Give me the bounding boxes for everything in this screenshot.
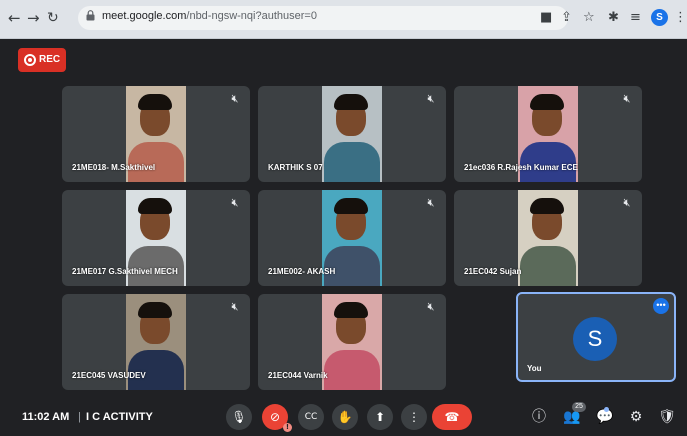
separator: |	[78, 411, 81, 423]
participant-tile[interactable]: 🔇︎ 21ME002- AKASH	[258, 190, 446, 286]
browser-menu-icon[interactable]: ⋮	[674, 10, 687, 26]
participant-body	[520, 142, 576, 182]
mic-muted-icon: 🔇︎	[623, 92, 631, 105]
meeting-time: 11:02 AM	[22, 411, 70, 423]
participant-hair	[138, 94, 172, 110]
mic-muted-icon: 🔇︎	[231, 92, 239, 105]
participant-body	[128, 350, 184, 390]
participant-body	[324, 142, 380, 182]
forward-arrow-icon[interactable]: →	[27, 8, 40, 28]
meeting-details-icon[interactable]: ⓘ	[530, 408, 548, 426]
participant-hair	[334, 94, 368, 110]
leave-call-button[interactable]: ☎	[432, 404, 472, 430]
participant-name: 21EC045 VASUDEV	[72, 371, 146, 380]
hand-icon: ✋	[337, 410, 353, 424]
more-options-icon[interactable]: •••	[653, 298, 669, 314]
captions-button[interactable]: CC	[298, 404, 324, 430]
recording-badge: REC	[18, 48, 66, 72]
participant-name: 21EC042 Sujan	[464, 267, 522, 276]
mic-muted-icon: 🔇︎	[427, 196, 435, 209]
participant-name: 21ME002- AKASH	[268, 267, 336, 276]
record-icon	[24, 54, 36, 66]
activities-icon[interactable]: ⚙	[627, 408, 645, 426]
microphone-icon: 🎙	[231, 410, 247, 424]
participant-body	[520, 246, 576, 286]
camera-button[interactable]: ⊘!	[262, 404, 292, 432]
participant-body	[128, 246, 184, 286]
participant-hair	[138, 302, 172, 318]
camera-off-icon: ⊘	[269, 410, 281, 424]
participant-tile[interactable]: 🔇︎ 21EC042 Sujan	[454, 190, 642, 286]
participant-body	[128, 142, 184, 182]
meeting-name: I C ACTIVITY	[86, 411, 153, 423]
participant-name: 21ec036 R.Rajesh Kumar ECE	[464, 163, 578, 172]
participant-hair	[530, 198, 564, 214]
participant-video	[322, 86, 382, 182]
participant-name: 21ME017 G.Sakthivel MECH	[72, 267, 178, 276]
participant-body	[324, 246, 380, 286]
mic-muted-icon: 🔇︎	[427, 300, 435, 313]
self-view-tile[interactable]: S ••• You	[516, 292, 676, 382]
profile-avatar[interactable]: S	[651, 9, 668, 26]
participant-tile[interactable]: 🔇︎ 21ME017 G.Sakthivel MECH	[62, 190, 250, 286]
participant-tile[interactable]: 🔇︎ 21ME018- M.Sakthivel	[62, 86, 250, 182]
participant-name: 21ME018- M.Sakthivel	[72, 163, 156, 172]
present-button[interactable]: ⬆	[367, 404, 393, 430]
mic-muted-icon: 🔇︎	[427, 92, 435, 105]
share-icon[interactable]: ⇪	[561, 10, 572, 26]
host-controls-icon[interactable]: 🛡	[658, 408, 676, 426]
participant-hair	[334, 198, 368, 214]
participant-video	[518, 190, 578, 286]
url-path: /nbd-ngsw-nqi?authuser=0	[186, 10, 317, 22]
participant-count-badge: 25	[572, 402, 586, 412]
back-arrow-icon[interactable]: ←	[8, 8, 21, 28]
captions-icon: CC	[304, 412, 318, 422]
self-avatar: S	[573, 317, 617, 361]
participant-hair	[138, 198, 172, 214]
microphone-button[interactable]: 🎙	[226, 404, 252, 430]
phone-hangup-icon: ☎	[444, 410, 460, 424]
participant-video	[322, 294, 382, 390]
recording-label: REC	[39, 54, 61, 65]
participant-hair	[334, 302, 368, 318]
participant-tile[interactable]: 🔇︎ 21EC044 Varnik	[258, 294, 446, 390]
raise-hand-button[interactable]: ✋	[332, 404, 358, 430]
lock-icon[interactable]	[86, 10, 95, 21]
mic-muted-icon: 🔇︎	[231, 300, 239, 313]
participant-hair	[530, 94, 564, 110]
participant-name: KARTHIK S 07	[268, 163, 323, 172]
url-host: meet.google.com	[102, 10, 187, 22]
self-label: You	[527, 364, 542, 373]
more-options-button[interactable]: ⋮	[401, 404, 427, 430]
participant-tile[interactable]: 🔇︎ KARTHIK S 07	[258, 86, 446, 182]
chat-notification-dot	[604, 407, 609, 412]
participant-tile[interactable]: 🔇︎ 21ec036 R.Rajesh Kumar ECE	[454, 86, 642, 182]
mic-muted-icon: 🔇︎	[231, 196, 239, 209]
camera-in-use-icon[interactable]: ■	[540, 10, 552, 26]
more-vertical-icon: ⋮	[408, 410, 420, 424]
participant-body	[324, 350, 380, 390]
participant-name: 21EC044 Varnik	[268, 371, 328, 380]
reading-list-icon[interactable]: ≡	[630, 10, 641, 26]
url-text: meet.google.com/nbd-ngsw-nqi?authuser=0	[102, 10, 317, 22]
reload-icon[interactable]: ↻	[47, 8, 59, 28]
alert-icon: !	[283, 423, 292, 432]
participant-tile[interactable]: 🔇︎ 21EC045 VASUDEV	[62, 294, 250, 390]
mic-muted-icon: 🔇︎	[623, 196, 631, 209]
bookmark-star-icon[interactable]: ☆	[583, 10, 595, 26]
present-icon: ⬆	[374, 410, 386, 424]
extensions-icon[interactable]: ✱	[608, 10, 619, 26]
browser-toolbar: ← → ↻ meet.google.com/nbd-ngsw-nqi?authu…	[0, 0, 687, 39]
